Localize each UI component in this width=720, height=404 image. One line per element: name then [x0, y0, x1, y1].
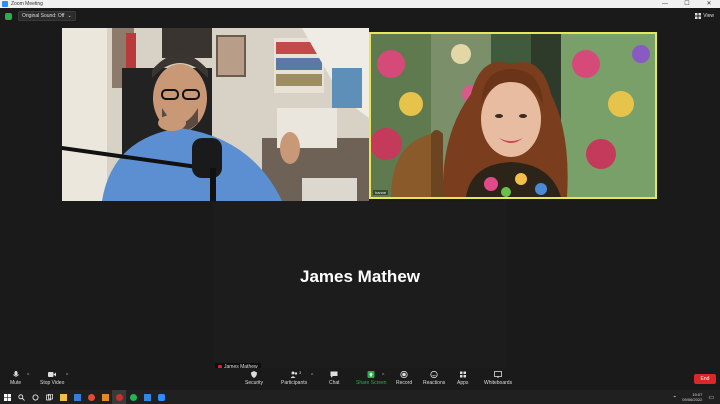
spotify-icon — [129, 393, 137, 401]
apps-icon — [459, 371, 466, 378]
record-app-icon — [115, 393, 123, 401]
security-button[interactable]: Security — [245, 371, 263, 386]
taskbar-app-spotify[interactable] — [126, 390, 140, 404]
original-sound-button[interactable]: Original Sound: Off ⌄ — [18, 11, 76, 21]
participant-video-feed — [371, 34, 655, 197]
chevron-up-icon[interactable]: ^ — [311, 373, 313, 379]
photos-icon — [143, 393, 151, 401]
mute-label: Mute — [10, 380, 22, 386]
start-button[interactable] — [0, 390, 14, 404]
task-view-button[interactable] — [42, 390, 56, 404]
video-camera-icon — [48, 372, 57, 377]
apps-label: Apps — [457, 380, 469, 386]
taskbar-clock[interactable]: 19:07 09/06/2022 — [682, 392, 702, 402]
encryption-shield-icon[interactable] — [5, 12, 12, 20]
search-icon — [17, 393, 25, 401]
stop-video-label: Stop Video — [40, 380, 65, 386]
meeting-controls-toolbar: Mute ^ Stop Video ^ Security Participant… — [0, 368, 720, 390]
mute-button[interactable]: Mute — [10, 371, 21, 386]
chat-bubble-icon — [330, 371, 338, 378]
taskbar-app-media[interactable] — [98, 390, 112, 404]
microphone-icon — [12, 371, 19, 377]
share-screen-label: Share Screen — [356, 380, 387, 386]
maximize-button[interactable]: ☐ — [676, 0, 698, 8]
reactions-button[interactable]: Reactions — [423, 371, 445, 386]
record-button[interactable]: Record — [396, 371, 412, 386]
participant-name-tile[interactable]: James Mathew James Mathew — [213, 201, 507, 373]
taskbar-app-browser[interactable] — [84, 390, 98, 404]
whiteboards-button[interactable]: Whiteboards — [484, 371, 512, 386]
participants-button[interactable]: Participants — [281, 371, 307, 386]
network-icon[interactable]: ⌁ — [673, 394, 676, 400]
media-player-icon — [101, 393, 109, 401]
apps-button[interactable]: Apps — [457, 371, 468, 386]
system-tray: ⌁ 19:07 09/06/2022 ▭ — [673, 392, 720, 402]
participant-video-feed — [62, 28, 369, 201]
chevron-down-icon: ⌄ — [67, 13, 72, 19]
windows-taskbar: ⌁ 19:07 09/06/2022 ▭ — [0, 390, 720, 404]
end-meeting-button[interactable]: End — [694, 374, 716, 384]
windows-logo-icon — [3, 393, 11, 401]
participant-display-name: James Mathew — [300, 267, 420, 286]
taskbar-app-zoom[interactable] — [154, 390, 168, 404]
whiteboard-icon — [494, 371, 502, 378]
window-titlebar: Zoom Meeting — ☐ ✕ — [0, 0, 720, 8]
taskbar-app-file-explorer[interactable] — [56, 390, 70, 404]
reactions-label: Reactions — [423, 380, 446, 386]
cortana-button[interactable] — [28, 390, 42, 404]
whiteboards-label: Whiteboards — [484, 380, 513, 386]
folder-icon — [59, 393, 67, 401]
stop-video-button[interactable]: Stop Video — [40, 371, 64, 386]
record-label: Record — [396, 380, 413, 386]
mail-icon — [73, 393, 81, 401]
cortana-circle-icon — [32, 394, 38, 400]
zoom-icon — [157, 393, 165, 401]
share-screen-icon — [367, 371, 375, 378]
minimize-button[interactable]: — — [654, 0, 676, 8]
window-title: Zoom Meeting — [11, 1, 43, 7]
chrome-icon — [87, 393, 95, 401]
chevron-up-icon[interactable]: ^ — [27, 373, 29, 379]
chevron-up-icon[interactable]: ^ — [66, 373, 68, 379]
smiley-icon — [430, 371, 438, 378]
view-label: View — [703, 13, 714, 19]
chevron-up-icon[interactable]: ^ — [382, 373, 384, 379]
chat-button[interactable]: Chat — [329, 371, 340, 386]
taskbar-app-recorder[interactable] — [112, 390, 126, 404]
taskbar-app-photos[interactable] — [140, 390, 154, 404]
chat-label: Chat — [329, 380, 340, 386]
original-sound-label: Original Sound: Off — [22, 13, 65, 19]
task-view-icon — [45, 393, 53, 400]
meeting-area: Original Sound: Off ⌄ View hanne James M… — [0, 8, 720, 373]
participant-name-label: hanne — [373, 190, 389, 195]
meeting-topbar: Original Sound: Off ⌄ View — [0, 8, 720, 24]
active-speaker-video-tile[interactable]: hanne — [369, 32, 657, 199]
taskbar-app-mail[interactable] — [70, 390, 84, 404]
participants-count: 3 — [299, 370, 302, 375]
zoom-app-icon — [2, 1, 8, 7]
close-button[interactable]: ✕ — [698, 0, 720, 8]
view-button[interactable]: View — [695, 13, 714, 19]
notification-icon[interactable]: ▭ — [708, 394, 714, 401]
participant-video-tile[interactable] — [62, 28, 369, 201]
security-label: Security — [245, 380, 264, 386]
participants-icon — [290, 371, 298, 378]
grid-icon — [695, 13, 702, 19]
taskbar-search-button[interactable] — [14, 390, 28, 404]
shield-icon — [251, 371, 258, 378]
participants-label: Participants — [281, 380, 308, 386]
record-icon — [400, 371, 408, 378]
clock-date: 09/06/2022 — [682, 397, 703, 402]
